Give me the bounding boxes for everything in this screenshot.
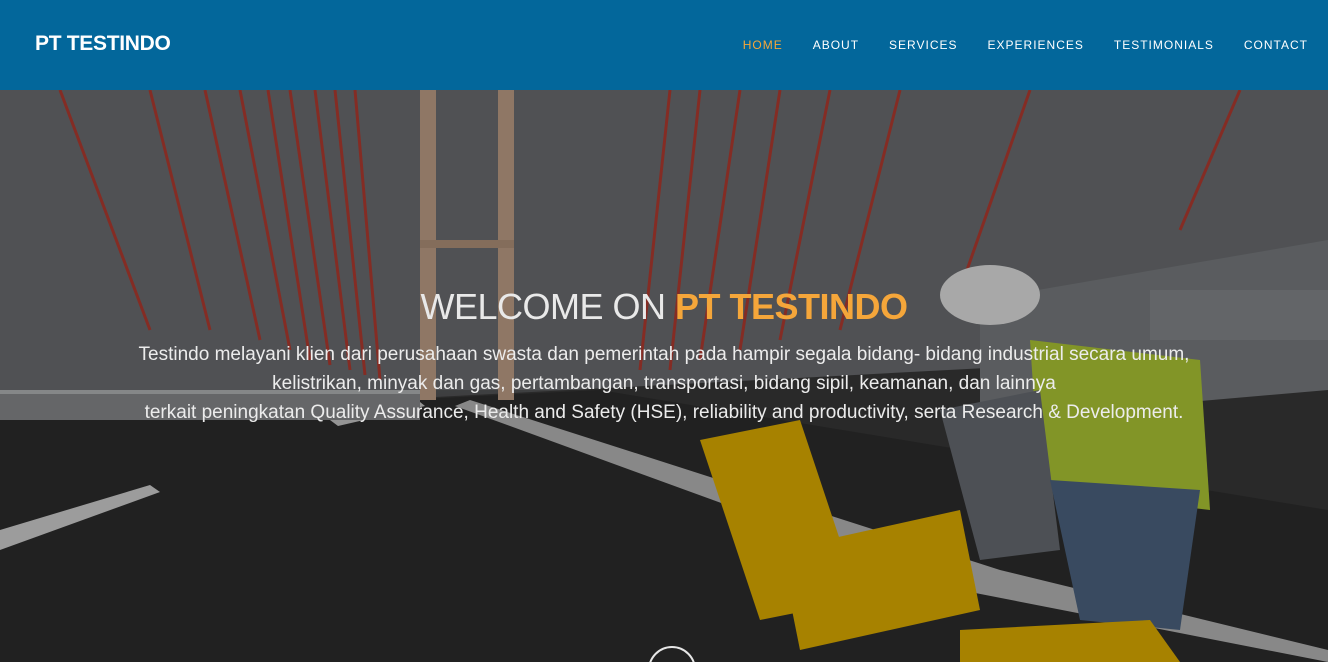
hero-description-line: kelistrikan, minyak dan gas, pertambanga… (272, 373, 1056, 394)
hero-title-highlight: PT TESTINDO (675, 286, 908, 327)
nav-testimonials[interactable]: TESTIMONIALS (1099, 38, 1229, 52)
nav-home[interactable]: HOME (728, 38, 798, 52)
hero-description: Testindo melayani klien dari perusahaan … (60, 340, 1268, 427)
top-navbar: PT TESTINDO HOME ABOUT SERVICES EXPERIEN… (0, 0, 1328, 90)
hero-title: WELCOME ON PT TESTINDO (0, 286, 1328, 328)
hero-title-prefix: WELCOME ON (420, 286, 666, 327)
hero-description-line: Testindo melayani klien dari perusahaan … (138, 344, 1190, 365)
brand-logo[interactable]: PT TESTINDO (35, 32, 171, 56)
hero-description-line: terkait peningkatan Quality Assurance, H… (144, 402, 1184, 423)
hero-section: WELCOME ON PT TESTINDO Testindo melayani… (0, 90, 1328, 662)
nav-experiences[interactable]: EXPERIENCES (973, 38, 1099, 52)
nav-about[interactable]: ABOUT (798, 38, 874, 52)
nav-services[interactable]: SERVICES (874, 38, 972, 52)
main-nav: HOME ABOUT SERVICES EXPERIENCES TESTIMON… (728, 38, 1308, 52)
nav-contact[interactable]: CONTACT (1229, 38, 1308, 52)
